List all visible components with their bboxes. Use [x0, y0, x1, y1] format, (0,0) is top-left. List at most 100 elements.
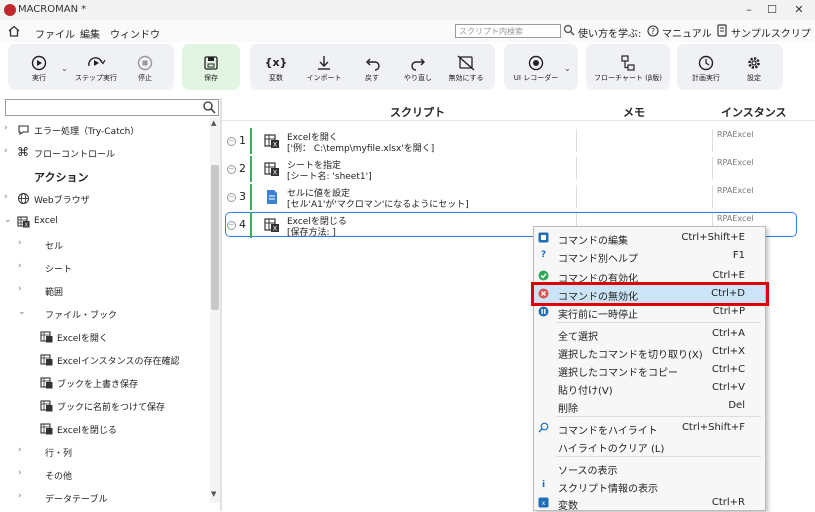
- menu-item-cut[interactable]: 選択したコマンドを切り取り(X) Ctrl+X: [534, 343, 765, 361]
- stop-button[interactable]: 停止: [128, 54, 162, 83]
- menu-item-delete[interactable]: 削除 Del: [534, 397, 765, 415]
- menu-item-clear-highlight[interactable]: ハイライトのクリア (L): [534, 437, 765, 455]
- disable-icon: [457, 55, 475, 71]
- menu-label: 削除: [558, 404, 578, 415]
- enabled-indicator: [250, 128, 252, 154]
- menu-label: コマンド別ヘルプ: [558, 254, 638, 265]
- settings-button[interactable]: 設定: [736, 54, 772, 83]
- svg-text:X: X: [273, 169, 278, 177]
- menu-shortcut: Ctrl+Shift+F: [681, 422, 745, 433]
- menu-label: ハイライトのクリア (L): [558, 444, 665, 455]
- svg-text:X: X: [24, 222, 28, 228]
- tree-label: セル: [45, 242, 64, 252]
- menu-item-edit-command[interactable]: コマンドの編集 Ctrl+Shift+E: [534, 229, 765, 247]
- globe-icon: [18, 193, 29, 204]
- undo-button[interactable]: 戻す: [354, 54, 390, 83]
- command-key-icon: ⌘: [17, 145, 29, 159]
- instance-divider: [712, 185, 713, 208]
- search-icon: [538, 422, 549, 433]
- undo-icon: [366, 58, 380, 71]
- tree-label: Excelを開く: [57, 334, 108, 344]
- menu-item-command-help[interactable]: ? コマンド別ヘルプ F1: [534, 247, 765, 265]
- close-button[interactable]: ✕: [788, 2, 810, 18]
- manual-link[interactable]: マニュアル: [662, 25, 712, 40]
- collapse-icon[interactable]: −: [227, 221, 236, 230]
- script-search-input[interactable]: スクリプト内検索: [455, 24, 561, 38]
- menu-item-script-info[interactable]: i スクリプト情報の表示: [534, 477, 765, 495]
- enabled-indicator: [250, 212, 252, 238]
- search-icon[interactable]: [563, 24, 575, 36]
- menu-item-paste[interactable]: 貼り付け(V) Ctrl+V: [534, 379, 765, 397]
- excel-icon: [40, 423, 53, 435]
- search-icon[interactable]: [202, 100, 216, 114]
- disable-button[interactable]: 無効にする: [442, 54, 490, 83]
- excel-icon: [40, 331, 53, 343]
- tree-label: その他: [45, 472, 73, 482]
- chevron-right-icon: ›: [18, 445, 22, 455]
- home-icon[interactable]: [8, 25, 20, 37]
- step-run-button[interactable]: ステップ実行: [72, 54, 120, 83]
- script-row-1[interactable]: − 1 X Excelを開く ['例： C:\temp\myfile.xlsx'…: [225, 128, 798, 154]
- menu-shortcut: Ctrl+Shift+E: [681, 232, 745, 243]
- menu-shortcut: Ctrl+E: [712, 270, 746, 281]
- menu-item-copy[interactable]: 選択したコマンドをコピー Ctrl+C: [534, 361, 765, 379]
- instance-divider: [712, 129, 713, 152]
- menu-window[interactable]: ウィンドウ: [110, 26, 160, 41]
- tree-scroll-thumb[interactable]: [211, 165, 219, 310]
- menu-item-select-all[interactable]: 全て選択 Ctrl+A: [534, 325, 765, 343]
- menu-item-view-source[interactable]: ソースの表示: [534, 459, 765, 477]
- window-title: MACROMAN *: [18, 4, 87, 15]
- scroll-up-arrow-icon[interactable]: ▲: [211, 119, 216, 127]
- scroll-down-arrow-icon[interactable]: ▼: [211, 490, 216, 498]
- disable-label: 無効にする: [448, 74, 484, 82]
- minimize-button[interactable]: –: [738, 2, 760, 18]
- svg-text:X: X: [273, 141, 278, 149]
- run-button[interactable]: 実行: [20, 54, 58, 83]
- menu-edit[interactable]: 編集: [80, 26, 100, 41]
- maximize-button[interactable]: ☐: [761, 2, 783, 18]
- help-icon: ?: [647, 25, 659, 37]
- actions-section-title: アクション: [34, 171, 89, 184]
- row-number: 1: [239, 134, 246, 147]
- collapse-icon[interactable]: −: [227, 165, 236, 174]
- script-row-3[interactable]: − 3 セルに値を設定 [セル'A1'が'マクロマン'になるようにセット] RP…: [225, 184, 798, 210]
- menu-file[interactable]: ファイル: [35, 26, 75, 41]
- menu-label: 貼り付け(V): [558, 386, 613, 397]
- row-number: 3: [239, 190, 246, 203]
- command-detail: [シート名: 'sheet1']: [287, 172, 372, 182]
- schedule-label: 計画実行: [692, 74, 720, 82]
- instance-divider: [712, 157, 713, 180]
- command-detail: [セル'A1'が'マクロマン'になるようにセット]: [287, 200, 469, 210]
- command-detail: [保存方法: ]: [287, 228, 336, 238]
- flowchart-icon: [621, 55, 635, 71]
- panel-divider[interactable]: [220, 98, 222, 511]
- settings-label: 設定: [747, 74, 761, 82]
- script-row-2[interactable]: − 2 X シートを指定 [シート名: 'sheet1'] RPAExcel: [225, 156, 798, 182]
- menu-shortcut: Del: [728, 400, 745, 411]
- save-label: 保存: [204, 74, 218, 82]
- menu-item-variables[interactable]: x 変数 Ctrl+R: [534, 494, 765, 512]
- record-icon: [528, 55, 544, 71]
- flowchart-label: フローチャート (β版): [593, 74, 663, 82]
- tree-label: ファイル・ブック: [45, 311, 118, 321]
- enabled-indicator: [250, 156, 252, 182]
- ui-recorder-button[interactable]: UI レコーダー: [510, 54, 562, 83]
- instance-name: RPAExcel: [717, 130, 754, 139]
- variable-button[interactable]: {x} 変数: [258, 54, 294, 83]
- run-dropdown-chevron-icon[interactable]: ⌄: [61, 64, 68, 73]
- row-number: 2: [239, 162, 246, 175]
- collapse-icon[interactable]: −: [227, 137, 236, 146]
- chevron-down-icon: ⌄: [18, 307, 26, 317]
- check-circle-icon: [538, 270, 549, 281]
- menu-item-highlight-command[interactable]: コマンドをハイライト Ctrl+Shift+F: [534, 419, 765, 437]
- recorder-dropdown-chevron-icon[interactable]: ⌄: [564, 64, 571, 73]
- chevron-right-icon: ›: [18, 261, 22, 271]
- action-search-input[interactable]: [5, 99, 219, 116]
- import-button[interactable]: インポート: [300, 54, 348, 83]
- save-button[interactable]: 保存: [192, 54, 230, 83]
- collapse-icon[interactable]: −: [227, 193, 236, 202]
- flowchart-button[interactable]: フローチャート (β版): [590, 54, 666, 83]
- schedule-button[interactable]: 計画実行: [686, 54, 726, 83]
- redo-button[interactable]: やり直し: [398, 54, 438, 83]
- chevron-right-icon: ›: [4, 146, 8, 156]
